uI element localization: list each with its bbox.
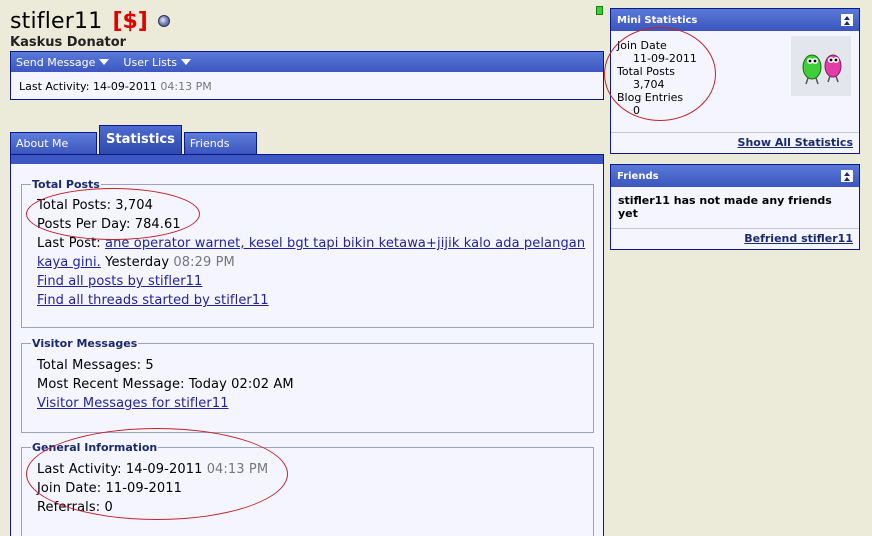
send-message-menu[interactable]: Send Message xyxy=(16,55,110,69)
show-all-statistics-link[interactable]: Show All Statistics xyxy=(738,136,853,149)
user-title: Kaskus Donator xyxy=(10,35,127,50)
user-lists-menu[interactable]: User Lists xyxy=(123,56,191,69)
online-status-icon xyxy=(157,15,170,27)
general-last-activity-time: 04:13 PM xyxy=(206,462,269,477)
total-posts-count: Total Posts: 3,704 xyxy=(37,198,153,213)
donator-badge: [$] xyxy=(112,8,148,34)
total-posts-section: Total Posts Total Posts: 3,704 Posts Per… xyxy=(21,178,594,328)
profile-action-box: Send Message User Lists Last Activity: 1… xyxy=(10,51,604,100)
panel-top-bar xyxy=(11,155,603,164)
befriend-link[interactable]: Befriend stifler11 xyxy=(744,232,853,245)
profile-tabs: About Me Statistics Friends xyxy=(10,125,259,154)
last-activity-time: 04:13 PM xyxy=(160,80,212,93)
find-threads-link[interactable]: Find all threads started by stifler11 xyxy=(37,293,269,308)
username: stifler11 xyxy=(10,8,103,34)
visitor-messages-section: Visitor Messages Total Messages: 5 Most … xyxy=(21,337,594,433)
parrots-avatar-icon xyxy=(802,54,842,85)
general-last-activity: Last Activity: 14-09-2011 04:13 PM xyxy=(37,460,593,479)
avatar[interactable] xyxy=(791,36,851,96)
statistics-panel: Total Posts Total Posts: 3,704 Posts Per… xyxy=(10,154,604,536)
general-information-legend: General Information xyxy=(32,441,158,454)
status-indicator-icon xyxy=(596,6,603,15)
collapse-icon[interactable] xyxy=(841,170,853,182)
send-message-label: Send Message xyxy=(16,55,96,69)
action-bar: Send Message User Lists xyxy=(11,52,603,72)
mini-statistics-box: Mini Statistics Join Date 11-09-2011 Tot… xyxy=(610,8,860,154)
last-post-label: Last Post: xyxy=(37,236,101,251)
last-post: Last Post: ane operator warnet, kesel bg… xyxy=(37,234,593,272)
total-messages: Total Messages: 5 xyxy=(37,358,154,373)
tab-statistics[interactable]: Statistics xyxy=(99,125,182,154)
visitor-messages-link[interactable]: Visitor Messages for stifler11 xyxy=(37,396,229,411)
friends-header: Friends xyxy=(611,165,859,187)
posts-per-day: Posts Per Day: 784.61 xyxy=(37,217,181,232)
chevron-down-icon xyxy=(180,59,191,65)
total-posts-legend: Total Posts xyxy=(32,178,100,191)
mini-statistics-title: Mini Statistics xyxy=(617,14,698,26)
find-posts-link[interactable]: Find all posts by stifler11 xyxy=(37,274,202,289)
user-lists-label: User Lists xyxy=(123,55,177,69)
collapse-icon[interactable] xyxy=(841,14,853,26)
no-friends-message: stifler11 has not made any friends yet xyxy=(618,194,832,220)
join-date: Join Date: 11-09-2011 xyxy=(37,481,183,496)
mini-statistics-body: Join Date 11-09-2011 Total Posts 3,704 B… xyxy=(611,31,859,132)
most-recent-message: Most Recent Message: Today 02:02 AM xyxy=(37,377,294,392)
general-information-section: General Information Last Activity: 14-09… xyxy=(21,441,594,536)
blog-entries-value: 0 xyxy=(633,104,640,117)
friends-title: Friends xyxy=(617,170,659,182)
referrals: Referrals: 0 xyxy=(37,500,113,515)
friends-body: stifler11 has not made any friends yet xyxy=(611,187,859,228)
last-activity: Last Activity: 14-09-2011 04:13 PM xyxy=(11,72,603,101)
last-post-day: Yesterday xyxy=(105,255,170,270)
profile-header: stifler11 [$] xyxy=(10,6,170,36)
friends-footer: Befriend stifler11 xyxy=(611,228,859,248)
friends-box: Friends stifler11 has not made any frien… xyxy=(610,164,860,250)
tab-about-me[interactable]: About Me xyxy=(10,132,97,154)
mini-statistics-footer: Show All Statistics xyxy=(611,132,859,152)
mini-statistics-header: Mini Statistics xyxy=(611,9,859,31)
last-post-time: 08:29 PM xyxy=(173,255,235,270)
tab-friends[interactable]: Friends xyxy=(183,132,257,154)
visitor-messages-legend: Visitor Messages xyxy=(32,337,138,350)
general-last-activity-date: Last Activity: 14-09-2011 xyxy=(37,462,203,477)
chevron-down-icon xyxy=(99,59,110,65)
last-activity-date: Last Activity: 14-09-2011 xyxy=(19,80,157,93)
